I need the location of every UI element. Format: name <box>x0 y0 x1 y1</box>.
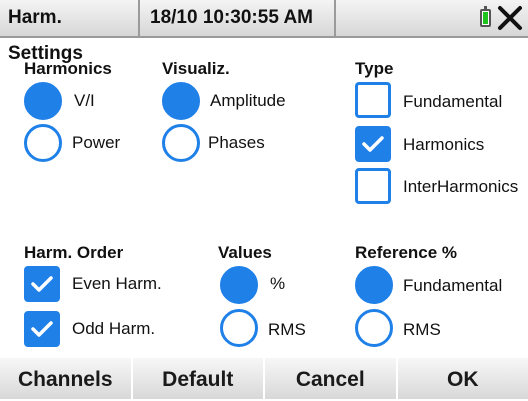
values-group-label: Values <box>218 243 272 263</box>
radio-power-label: Power <box>72 133 120 153</box>
checkbox-odd-harm[interactable] <box>24 311 60 347</box>
checkbox-even-harm[interactable] <box>24 266 60 302</box>
battery-icon <box>480 9 491 27</box>
checkmark-icon <box>31 274 53 294</box>
radio-percent[interactable] <box>220 266 258 304</box>
default-button[interactable]: Default <box>133 358 266 399</box>
radio-phases-label: Phases <box>208 133 265 153</box>
harmonics-group-label: Harmonics <box>24 59 112 79</box>
radio-vi-label: V/I <box>74 91 95 111</box>
checkbox-type-fundamental-label: Fundamental <box>403 92 502 112</box>
checkbox-even-harm-label: Even Harm. <box>72 274 162 294</box>
radio-amplitude-label: Amplitude <box>210 91 286 111</box>
radio-phases[interactable] <box>162 124 200 162</box>
checkbox-type-fundamental[interactable] <box>355 82 391 118</box>
datetime-display: 18/10 10:30:55 AM <box>140 0 336 36</box>
checkbox-type-interharmonics-label: InterHarmonics <box>403 177 518 197</box>
type-group-label: Type <box>355 59 393 79</box>
channels-button[interactable]: Channels <box>0 358 133 399</box>
radio-ref-rms[interactable] <box>355 309 393 347</box>
bottom-button-bar: Channels Default Cancel OK <box>0 358 528 399</box>
checkbox-type-harmonics-label: Harmonics <box>403 135 484 155</box>
radio-values-rms-label: RMS <box>268 320 306 340</box>
checkmark-icon <box>31 319 53 339</box>
radio-power[interactable] <box>24 124 62 162</box>
checkbox-type-harmonics[interactable] <box>355 126 391 162</box>
radio-vi[interactable] <box>24 82 62 120</box>
checkbox-odd-harm-label: Odd Harm. <box>72 319 155 339</box>
app-title: Harm. Settings <box>0 0 140 36</box>
radio-percent-label: % <box>270 274 285 294</box>
reference-group-label: Reference % <box>355 243 457 263</box>
radio-amplitude[interactable] <box>162 82 200 120</box>
title-bar: Harm. Settings 18/10 10:30:55 AM <box>0 0 528 38</box>
close-icon[interactable] <box>496 3 524 33</box>
visualiz-group-label: Visualiz. <box>162 59 230 79</box>
ok-button[interactable]: OK <box>398 358 528 399</box>
checkbox-type-interharmonics[interactable] <box>355 168 391 204</box>
radio-values-rms[interactable] <box>220 309 258 347</box>
radio-ref-fundamental-label: Fundamental <box>403 276 502 296</box>
cancel-button[interactable]: Cancel <box>265 358 398 399</box>
radio-ref-fundamental[interactable] <box>355 266 393 304</box>
radio-ref-rms-label: RMS <box>403 320 441 340</box>
harm-order-group-label: Harm. Order <box>24 243 123 263</box>
checkmark-icon <box>362 134 384 154</box>
